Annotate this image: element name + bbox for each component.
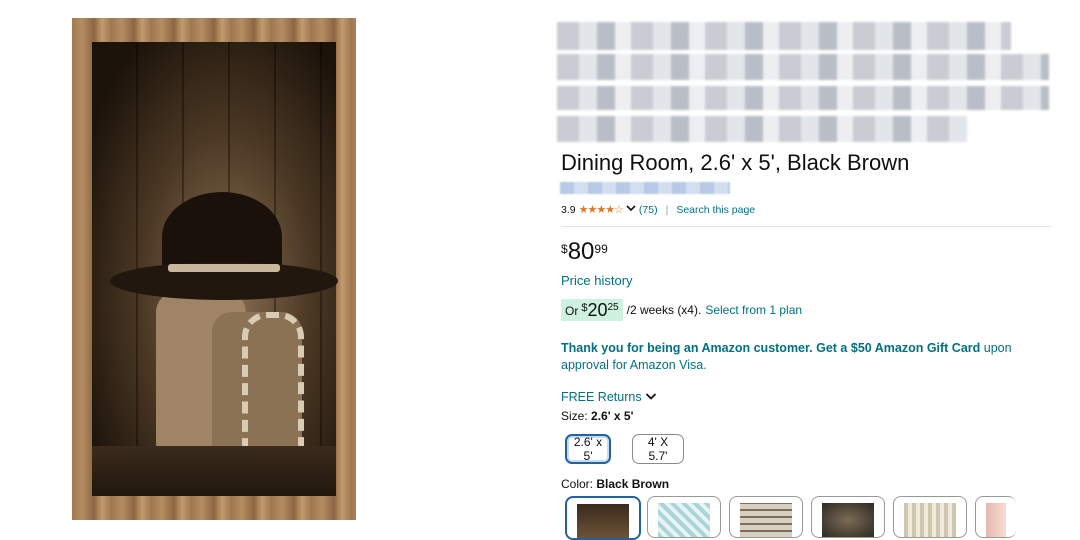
color-swatch-5[interactable]: [893, 496, 967, 538]
price-symbol: $: [561, 242, 568, 256]
price-whole: 80: [567, 238, 595, 265]
color-swatch-black-brown[interactable]: [565, 496, 641, 540]
color-swatch-3[interactable]: [729, 496, 803, 538]
star-rating-icon[interactable]: ★★★★☆: [579, 203, 624, 216]
free-returns-label[interactable]: FREE Returns: [561, 390, 642, 404]
image-floor: [92, 446, 336, 496]
swatch-image: [658, 503, 710, 537]
divider: |: [665, 203, 669, 216]
price: $ 80 99: [561, 240, 608, 264]
free-returns-link[interactable]: FREE Returns: [561, 390, 657, 404]
title-redacted-line-4: [557, 116, 967, 142]
image-scene: [92, 42, 338, 496]
image-hat-band: [168, 264, 280, 272]
rating-row: 3.9 ★★★★☆ (75) | Search this page: [561, 203, 755, 217]
color-label-text: Color:: [561, 477, 594, 491]
search-this-page-link[interactable]: Search this page: [676, 204, 755, 216]
swatch-image: [822, 503, 874, 537]
chevron-down-icon[interactable]: [645, 392, 657, 401]
installment-term: /2 weeks (x4).: [626, 303, 702, 317]
installment-offer: Or $ 20 25 /2 weeks (x4). Select from 1 …: [561, 299, 802, 321]
size-selected-value: 2.6' x 5': [591, 409, 634, 423]
rating-count-link[interactable]: (75): [639, 204, 658, 216]
select-plan-link[interactable]: Select from 1 plan: [705, 303, 802, 317]
price-fraction: 99: [594, 242, 608, 256]
size-option-2-6x5[interactable]: 2.6' x 5': [565, 434, 611, 464]
color-swatch-4[interactable]: [811, 496, 885, 538]
swatch-image: [740, 503, 792, 537]
installment-prefix: Or: [565, 304, 579, 318]
product-main-image[interactable]: [72, 18, 356, 520]
offer-bold-text[interactable]: Thank you for being an Amazon customer. …: [561, 341, 980, 355]
color-swatch-2[interactable]: [647, 496, 721, 538]
title-redacted-line-3: [557, 86, 1049, 110]
swatch-image: [986, 503, 1006, 537]
size-label-text: Size:: [561, 409, 588, 423]
color-selected-value: Black Brown: [596, 477, 670, 491]
color-label: Color: Black Brown: [561, 477, 669, 491]
installment-badge: Or $ 20 25: [561, 299, 623, 321]
price-history-link[interactable]: Price history: [561, 273, 633, 288]
section-divider: [561, 226, 1051, 227]
size-option-4x5-7[interactable]: 4' X 5.7': [632, 434, 684, 464]
credit-card-offer[interactable]: Thank you for being an Amazon customer. …: [561, 340, 1061, 374]
title-redacted-line-2: [557, 54, 1049, 80]
color-swatch-6[interactable]: [975, 496, 1016, 538]
title-redacted-line-1: [557, 22, 1011, 50]
swatch-image: [904, 503, 956, 537]
size-label: Size: 2.6' x 5': [561, 409, 633, 423]
brand-link-redacted[interactable]: [560, 182, 730, 194]
rating-value: 3.9: [561, 203, 576, 216]
chevron-down-icon[interactable]: [626, 204, 636, 215]
swatch-image: [577, 504, 629, 538]
product-title: Dining Room, 2.6' x 5', Black Brown: [561, 150, 910, 175]
installment-fraction: 25: [607, 302, 619, 313]
installment-whole: 20: [587, 300, 608, 320]
